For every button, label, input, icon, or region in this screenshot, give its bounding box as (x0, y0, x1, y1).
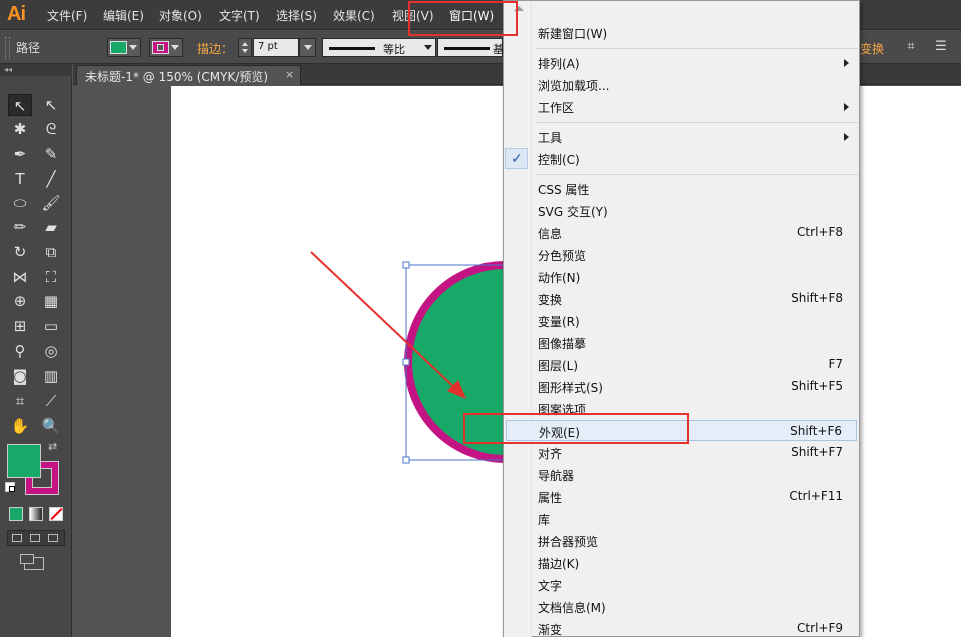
menu-item-gradient[interactable]: 渐变 Ctrl+F9 (506, 618, 857, 637)
menu-item-stroke[interactable]: 描边(K) (506, 552, 857, 573)
menu-item-info[interactable]: 信息 Ctrl+F8 (506, 222, 857, 243)
menu-item-align[interactable]: 对齐 Shift+F7 (506, 442, 857, 463)
submenu-arrow-icon (844, 59, 849, 67)
menu-item-control[interactable]: 控制(C) (506, 148, 857, 169)
menu-item-document-info[interactable]: 文档信息(M) (506, 596, 857, 617)
menu-item-new-window[interactable]: 新建窗口(W) (506, 22, 857, 43)
menu-item-browse-addons[interactable]: 浏览加载项... (506, 74, 857, 95)
menu-item-arrange[interactable]: 排列(A) (506, 52, 857, 73)
menu-item-transform[interactable]: 变换 Shift+F8 (506, 288, 857, 309)
menu-separator (536, 174, 858, 175)
menu-item-graphic-styles[interactable]: 图形样式(S) Shift+F5 (506, 376, 857, 397)
menu-item-type[interactable]: 文字 (506, 574, 857, 595)
menu-item-navigator[interactable]: 导航器 (506, 464, 857, 485)
scroll-up-icon[interactable] (514, 6, 524, 11)
menu-item-flattener-preview[interactable]: 拼合器预览 (506, 530, 857, 551)
menu-separator (536, 122, 858, 123)
menu-item-css-properties[interactable]: CSS 属性 (506, 178, 857, 199)
menu-item-variables[interactable]: 变量(R) (506, 310, 857, 331)
checkmark-icon: ✓ (511, 151, 523, 167)
menu-item-libraries[interactable]: 库 (506, 508, 857, 529)
menu-item-separations-preview[interactable]: 分色预览 (506, 244, 857, 265)
menu-item-tools[interactable]: 工具 (506, 126, 857, 147)
menu-separator (536, 48, 858, 49)
menu-item-workspace[interactable]: 工作区 (506, 96, 857, 117)
menu-item-svg-interactivity[interactable]: SVG 交互(Y) (506, 200, 857, 221)
submenu-arrow-icon (844, 103, 849, 111)
menu-item-attributes[interactable]: 属性 Ctrl+F11 (506, 486, 857, 507)
menu-item-image-trace[interactable]: 图像描摹 (506, 332, 857, 353)
menu-item-appearance[interactable]: 外观(E) Shift+F6 (506, 420, 857, 441)
menu-item-actions[interactable]: 动作(N) (506, 266, 857, 287)
menu-item-pattern-options[interactable]: 图案选项 (506, 398, 857, 419)
window-menu-dropdown: 新建窗口(W) 排列(A) 浏览加载项... 工作区 工具 控制(C) CSS … (503, 0, 860, 637)
menu-item-layers[interactable]: 图层(L) F7 (506, 354, 857, 375)
submenu-arrow-icon (844, 133, 849, 141)
